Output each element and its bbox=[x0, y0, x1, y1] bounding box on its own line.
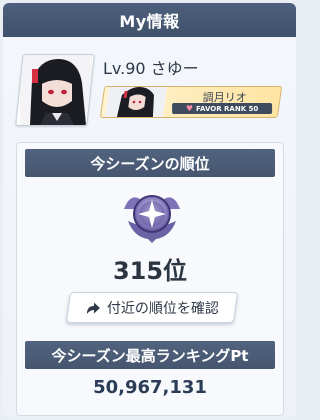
season-rank-title: 今シーズンの順位 bbox=[90, 154, 210, 173]
check-nearby-rank-label: 付近の順位を確認 bbox=[107, 300, 219, 317]
student-portrait-icon bbox=[104, 87, 168, 117]
best-points-title-bar: 今シーズン最高ランキングPt bbox=[25, 341, 275, 369]
season-rank-title-bar: 今シーズンの順位 bbox=[25, 149, 275, 177]
panel-header: My情報 bbox=[3, 3, 296, 37]
check-nearby-rank-button[interactable]: 付近の順位を確認 bbox=[65, 292, 239, 323]
best-points-title: 今シーズン最高ランキングPt bbox=[51, 346, 249, 365]
favor-rank-badge: ♥ FAVOR RANK 50 bbox=[172, 103, 273, 114]
player-name: Lv.90 さゆー bbox=[103, 59, 199, 78]
best-points-value: 50,967,131 bbox=[93, 377, 207, 398]
share-arrow-icon bbox=[87, 302, 100, 314]
rank-emblem-icon bbox=[124, 195, 180, 243]
season-ranking-card: 今シーズンの順位 315位 付近の順位を確認 今シーズン最高ランキングPt 50… bbox=[16, 142, 284, 416]
season-rank-value: 315位 bbox=[112, 257, 188, 285]
heart-icon: ♥ bbox=[185, 104, 194, 113]
my-info-panel: My情報 Lv.90 さゆー 調月リオ ♥ FAVOR RANK 50 今シーズ… bbox=[3, 3, 296, 417]
favor-rank-label: FAVOR RANK 50 bbox=[196, 104, 259, 113]
student-thumbnail bbox=[104, 87, 168, 117]
player-avatar[interactable] bbox=[15, 54, 95, 126]
favorite-student-card[interactable]: 調月リオ ♥ FAVOR RANK 50 bbox=[99, 86, 283, 118]
avatar-portrait-icon bbox=[20, 55, 92, 125]
header-title: My情報 bbox=[119, 12, 180, 31]
